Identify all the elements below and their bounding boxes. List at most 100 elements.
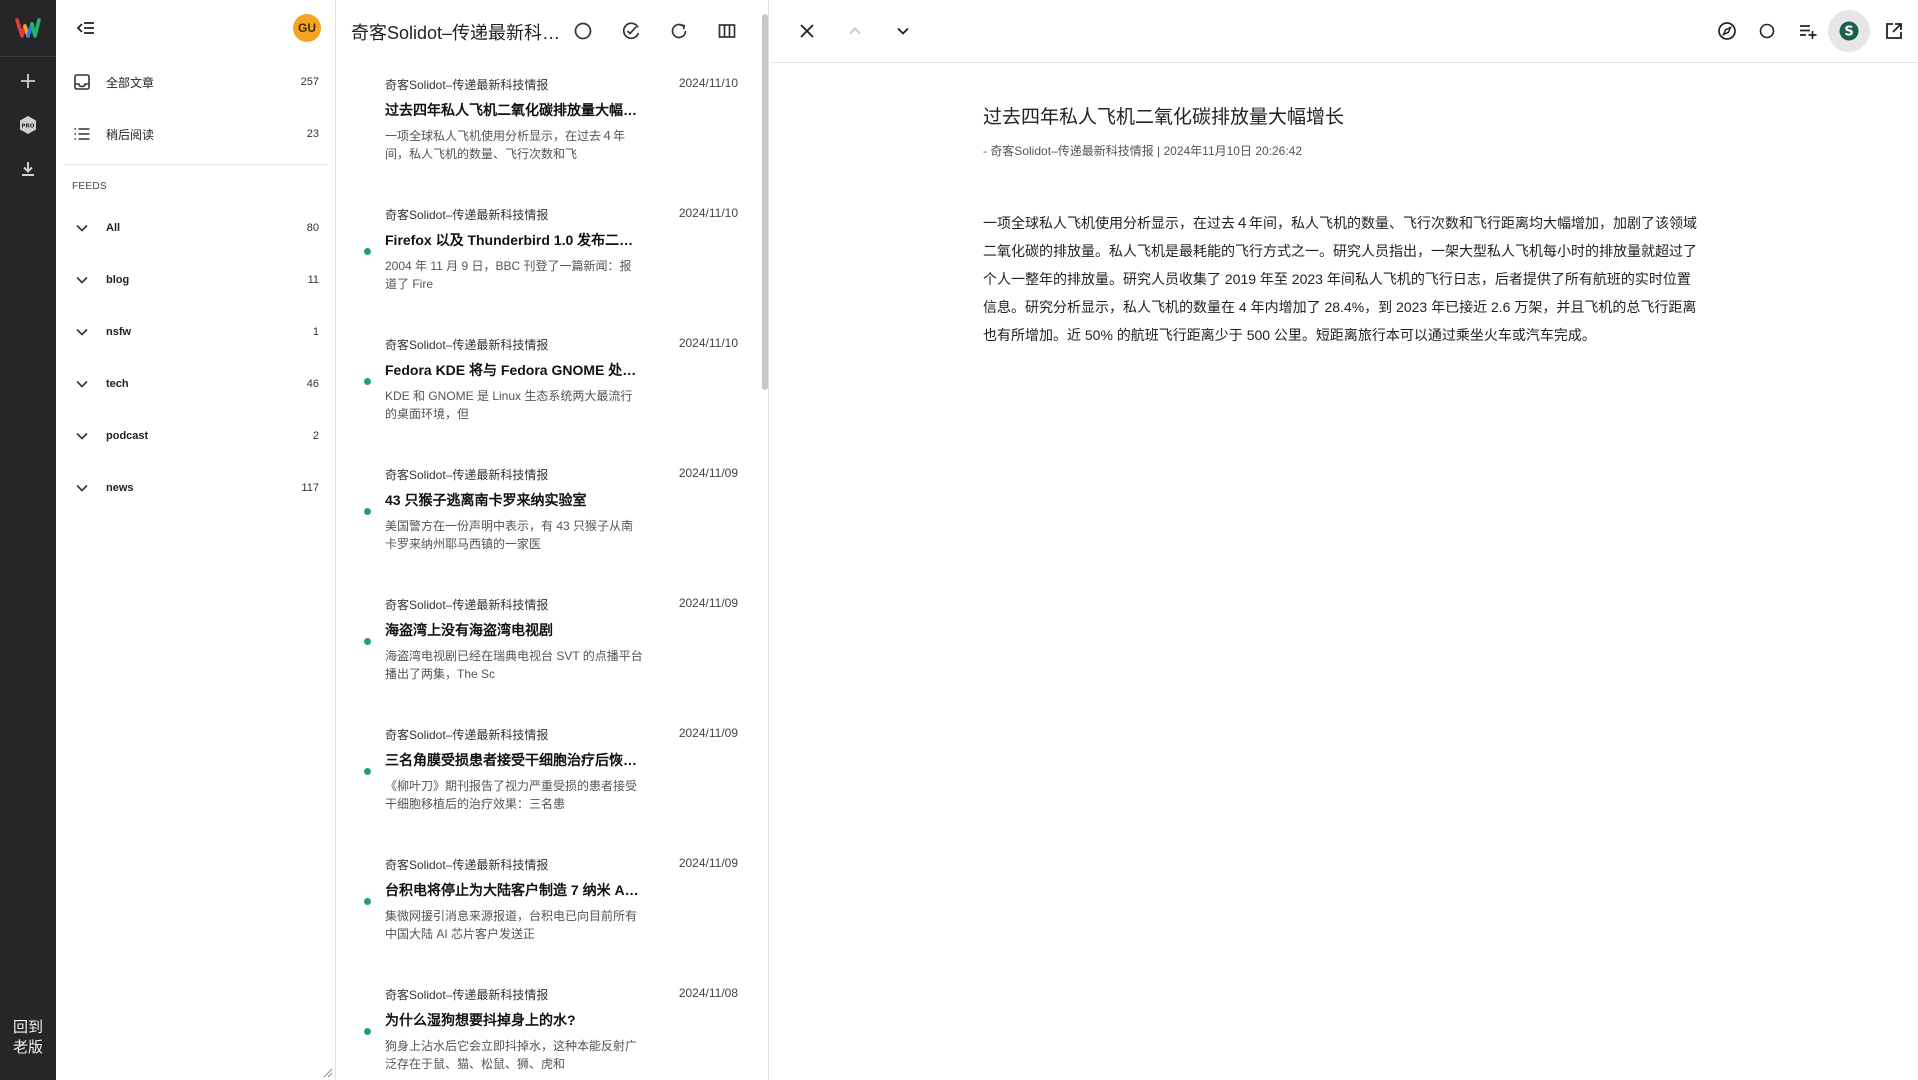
feed-item-tech[interactable]: tech 46: [56, 358, 335, 410]
article-snippet: 美国警方在一份声明中表示，有 43 只猴子从南卡罗来纳州耶马西镇的一家医: [385, 519, 634, 551]
menu-collapse-icon: [76, 18, 96, 38]
unread-dot: [364, 248, 371, 255]
check-all-icon: [621, 21, 641, 41]
reading-pane: S 过去四年私人飞机二氧化碳排放量大幅增长 - 奇客Solidot–传递最新科技…: [770, 0, 1918, 1080]
left-rail: PRO 回到 老版: [0, 0, 56, 1080]
article-snippet: 《柳叶刀》期刊报告了视力严重受损的患者接受干细胞移植后的治疗效果：三名患: [385, 779, 638, 811]
collapse-sidebar-button[interactable]: [70, 12, 102, 44]
article-item[interactable]: 奇客Solidot–传递最新科技情报 2024/11/09 43 只猴子逃离南卡罗来…: [337, 452, 768, 582]
article-title: 过去四年私人飞机二氧化碳排放量大幅增长: [385, 102, 641, 118]
refresh-button[interactable]: [663, 15, 695, 47]
article-body: 一项全球私人飞机使用分析显示，在过去４年间，私人飞机的数量、飞行次数和飞行距离均…: [983, 215, 1697, 343]
circle-icon: [1758, 22, 1776, 40]
chevron-down-icon[interactable]: [74, 428, 90, 444]
article-snippet: 狗身上沾水后它会立即抖掉水，这种本能反射广泛存在于鼠、猫、松鼠、狮、虎和: [385, 1039, 638, 1071]
add-feed-button[interactable]: [8, 61, 48, 101]
article-list-pane: 奇客Solidot–传递最新科技情报: [337, 0, 769, 1080]
article-item[interactable]: 奇客Solidot–传递最新科技情报 2024/11/09 台积电将停止为大陆客户制…: [337, 842, 768, 972]
feeds-sidebar: GU 全部文章 257 稍后阅读 23 FEEDS All 80 blog 11 n: [56, 0, 336, 1080]
columns-icon: [717, 21, 737, 41]
chevron-down-icon[interactable]: [74, 272, 90, 288]
open-external-button[interactable]: [1877, 14, 1911, 48]
article-meta: - 奇客Solidot–传递最新科技情报 | 2024年11月10日 20:26…: [983, 144, 1303, 158]
sidebar-top: GU: [56, 0, 335, 56]
user-avatar[interactable]: GU: [293, 14, 321, 42]
close-icon: [799, 23, 815, 39]
nav-read-later-label: 稍后阅读: [106, 127, 155, 142]
article-item[interactable]: 奇客Solidot–传递最新科技情报 2024/11/10 Firefox 以及 T…: [337, 192, 768, 322]
article-list-header: 奇客Solidot–传递最新科技情报: [337, 0, 768, 62]
open-in-browser-button[interactable]: [1710, 14, 1744, 48]
article-item[interactable]: 奇客Solidot–传递最新科技情报 2024/11/09 海盗湾上没有海盗湾电视剧…: [337, 582, 768, 712]
feed-count: 46: [306, 378, 319, 390]
resize-handle-icon[interactable]: [323, 1068, 333, 1078]
feed-item-nsfw[interactable]: nsfw 1: [56, 306, 335, 358]
pro-badge-icon: PRO: [18, 115, 38, 135]
chevron-down-icon[interactable]: [74, 376, 90, 392]
article-item[interactable]: 奇客Solidot–传递最新科技情报 2024/11/10 过去四年私人飞机二氧化碳…: [337, 62, 768, 192]
article-source: 奇客Solidot–传递最新科技情报: [385, 598, 549, 612]
unread-dot: [364, 378, 371, 385]
article-source: 奇客Solidot–传递最新科技情报: [385, 728, 549, 742]
previous-article-button[interactable]: [838, 14, 872, 48]
chevron-down-icon[interactable]: [74, 480, 90, 496]
unread-dot: [364, 638, 371, 645]
feed-title: 奇客Solidot–传递最新科技情报: [351, 23, 561, 43]
circle-icon: [573, 21, 593, 41]
article-source: 奇客Solidot–传递最新科技情报: [385, 858, 549, 872]
article-item[interactable]: 奇客Solidot–传递最新科技情报 2024/11/08 为什么湿狗想要抖掉身上的…: [337, 972, 768, 1080]
article-source: 奇客Solidot–传递最新科技情报: [385, 988, 549, 1002]
list-icon: [72, 124, 92, 144]
feed-list: All 80 blog 11 nsfw 1 tech 46 podcast 2 news 117: [56, 202, 335, 514]
feed-item-blog[interactable]: blog 11: [56, 254, 335, 306]
article-title: 台积电将停止为大陆客户制造 7 纳米 AI 芯片: [385, 882, 641, 898]
next-article-button[interactable]: [886, 14, 920, 48]
article-source: 奇客Solidot–传递最新科技情报: [385, 78, 549, 92]
article-source: 奇客Solidot–传递最新科技情报: [385, 468, 549, 482]
article-source: 奇客Solidot–传递最新科技情报: [385, 208, 549, 222]
feed-label: news: [106, 482, 134, 494]
article-date: 2024/11/10: [678, 336, 738, 350]
download-icon: [19, 160, 37, 178]
feed-label: podcast: [106, 430, 149, 442]
mark-unread-button[interactable]: [1750, 14, 1784, 48]
nav-read-later[interactable]: 稍后阅读 23: [56, 108, 335, 160]
feed-count: 80: [306, 222, 319, 234]
article-item[interactable]: 奇客Solidot–传递最新科技情报 2024/11/10 Fedora KDE 将…: [337, 322, 768, 452]
article-title: 为什么湿狗想要抖掉身上的水?: [385, 1012, 576, 1028]
chevron-down-icon[interactable]: [74, 324, 90, 340]
compass-icon: [1717, 21, 1737, 41]
old-version-label: 回到 老版: [12, 1019, 43, 1056]
nav-all-articles[interactable]: 全部文章 257: [56, 56, 335, 108]
feed-item-all[interactable]: All 80: [56, 202, 335, 254]
article-date: 2024/11/09: [678, 466, 738, 480]
app-logo[interactable]: [14, 14, 42, 42]
article-item[interactable]: 奇客Solidot–传递最新科技情报 2024/11/09 三名角膜受损患者接受干细…: [337, 712, 768, 842]
back-to-old-version-link[interactable]: 回到 老版: [0, 1018, 56, 1058]
full-text-toggle-button[interactable]: S: [1828, 10, 1870, 52]
feed-count: 117: [301, 482, 319, 494]
feed-label: All: [106, 222, 121, 234]
feeds-header: FEEDS: [72, 181, 107, 192]
feed-count: 1: [312, 326, 319, 338]
mark-all-read-button[interactable]: [615, 15, 647, 47]
feed-item-podcast[interactable]: podcast 2: [56, 410, 335, 462]
filter-unread-button[interactable]: [567, 15, 599, 47]
refresh-icon: [669, 21, 689, 41]
article-snippet: 海盗湾电视剧已经在瑞典电视台 SVT 的点播平台播出了两集，The Sc: [385, 649, 643, 681]
feed-item-news[interactable]: news 117: [56, 462, 335, 514]
feed-label: tech: [106, 378, 129, 390]
chevron-up-icon: [847, 23, 863, 39]
feed-label: nsfw: [106, 326, 132, 338]
article-content: 过去四年私人飞机二氧化碳排放量大幅增长 - 奇客Solidot–传递最新科技情报…: [983, 102, 1703, 349]
article-snippet: 2004 年 11 月 9 日，BBC 刊登了一篇新闻：报道了 Fire: [385, 259, 632, 291]
pro-button[interactable]: PRO: [8, 105, 48, 145]
feed-count: 2: [312, 430, 319, 442]
chevron-down-icon[interactable]: [74, 220, 90, 236]
layout-toggle-button[interactable]: [711, 15, 743, 47]
article-title: 三名角膜受损患者接受干细胞治疗后恢复视力: [385, 752, 641, 768]
unread-dot: [364, 898, 371, 905]
close-article-button[interactable]: [790, 14, 824, 48]
download-button[interactable]: [8, 149, 48, 189]
add-to-read-later-button[interactable]: [1791, 14, 1825, 48]
